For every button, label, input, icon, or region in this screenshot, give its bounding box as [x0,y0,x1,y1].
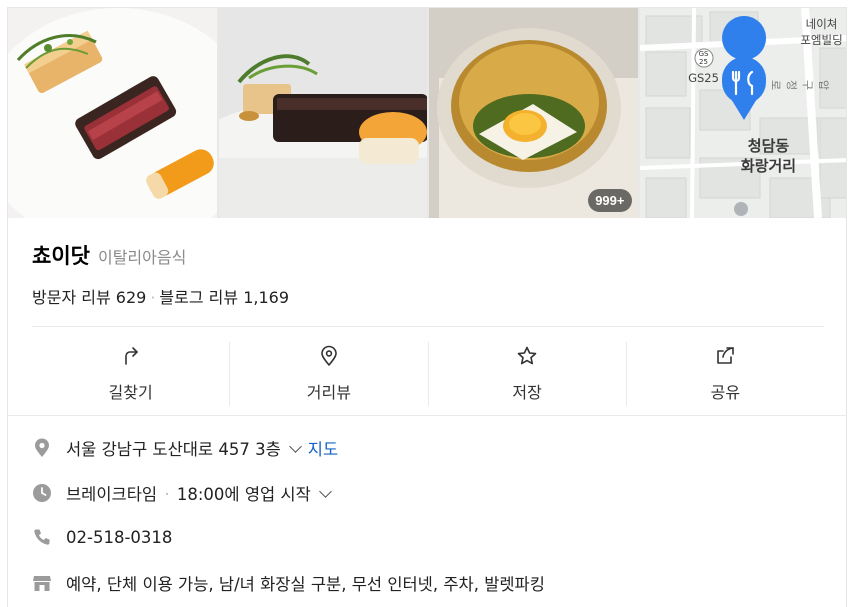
hours-status: 브레이크타임 [66,485,158,504]
separator-dot: · [150,288,156,307]
visitor-reviews-label: 방문자 리뷰 [32,288,111,307]
map-link[interactable]: 지도 [308,440,338,459]
photo-1[interactable] [8,8,217,218]
chevron-down-icon[interactable] [288,440,302,453]
street-view-label: 거리뷰 [306,383,351,402]
phone-row: 02-518-0318 [32,527,172,547]
map-thumbnail[interactable]: 네이쳐 포엠빌딩 GS 25 GS25 청담동 화랑거리 압구정로 [639,8,846,218]
chevron-down-icon[interactable] [318,485,332,498]
directions-icon [120,345,142,371]
photo-strip: 999+ 네이쳐 포엠빌딩 GS 25 GS25 청담동 화랑거리 압구정로 [8,8,846,218]
map-label-gs-badge: GS 25 [698,50,709,66]
place-name[interactable]: 쵸이닷 [32,240,90,270]
blog-reviews-count: 1,169 [243,288,290,307]
location-icon [32,438,52,458]
review-summary: 방문자 리뷰 629 · 블로그 리뷰 1,169 [32,284,289,308]
place-card: 999+ 네이쳐 포엠빌딩 GS 25 GS25 청담동 화랑거리 압구정로 쵸… [7,7,847,607]
visitor-reviews-link[interactable]: 방문자 리뷰 629 [32,288,146,307]
photo-count-badge[interactable]: 999+ [588,189,632,212]
directions-label: 길찾기 [108,383,153,402]
directions-button[interactable]: 길찾기 [32,342,231,406]
clock-icon [32,483,52,503]
separator-dot: · [159,485,175,504]
share-button[interactable]: 공유 [627,342,824,406]
phone-icon [32,527,52,547]
store-icon [32,573,52,593]
hours-detail[interactable]: 18:00에 영업 시작 [177,485,311,504]
map-place-label: 청담동 화랑거리 [740,137,797,175]
save-button[interactable]: 저장 [429,342,627,406]
map-label-building: 네이쳐 포엠빌딩 [800,17,843,47]
map-label-gs25: GS25 [688,71,719,85]
blog-reviews-label: 블로그 리뷰 [159,288,239,307]
address-text: 서울 강남구 도산대로 457 3층 [66,440,281,459]
share-icon [714,345,736,371]
star-icon [516,345,538,371]
address-row: 서울 강남구 도산대로 457 3층 지도 [32,436,338,460]
location-pin-icon [318,345,340,371]
map-road-label: 압구정로 [768,80,830,91]
photo-2[interactable] [218,8,427,218]
hours-row: 브레이크타임 · 18:00에 영업 시작 [32,481,338,505]
visitor-reviews-count: 629 [115,288,147,307]
share-label: 공유 [710,383,741,402]
section-divider [8,415,846,416]
amenities-row: 예약, 단체 이용 가능, 남/녀 화장실 구분, 무선 인터넷, 주차, 발렛… [32,571,545,595]
action-bar: 길찾기 거리뷰 저장 공유 [32,342,824,406]
save-label: 저장 [512,383,542,402]
amenities-text: 예약, 단체 이용 가능, 남/녀 화장실 구분, 무선 인터넷, 주차, 발렛… [66,575,545,594]
phone-number[interactable]: 02-518-0318 [66,528,172,547]
divider [32,326,824,327]
street-view-button[interactable]: 거리뷰 [230,342,429,406]
blog-reviews-link[interactable]: 블로그 리뷰 1,169 [159,288,289,307]
photo-3[interactable]: 999+ [429,8,638,218]
place-category: 이탈리아음식 [97,248,187,267]
place-title-row: 쵸이닷 이탈리아음식 [32,240,186,270]
